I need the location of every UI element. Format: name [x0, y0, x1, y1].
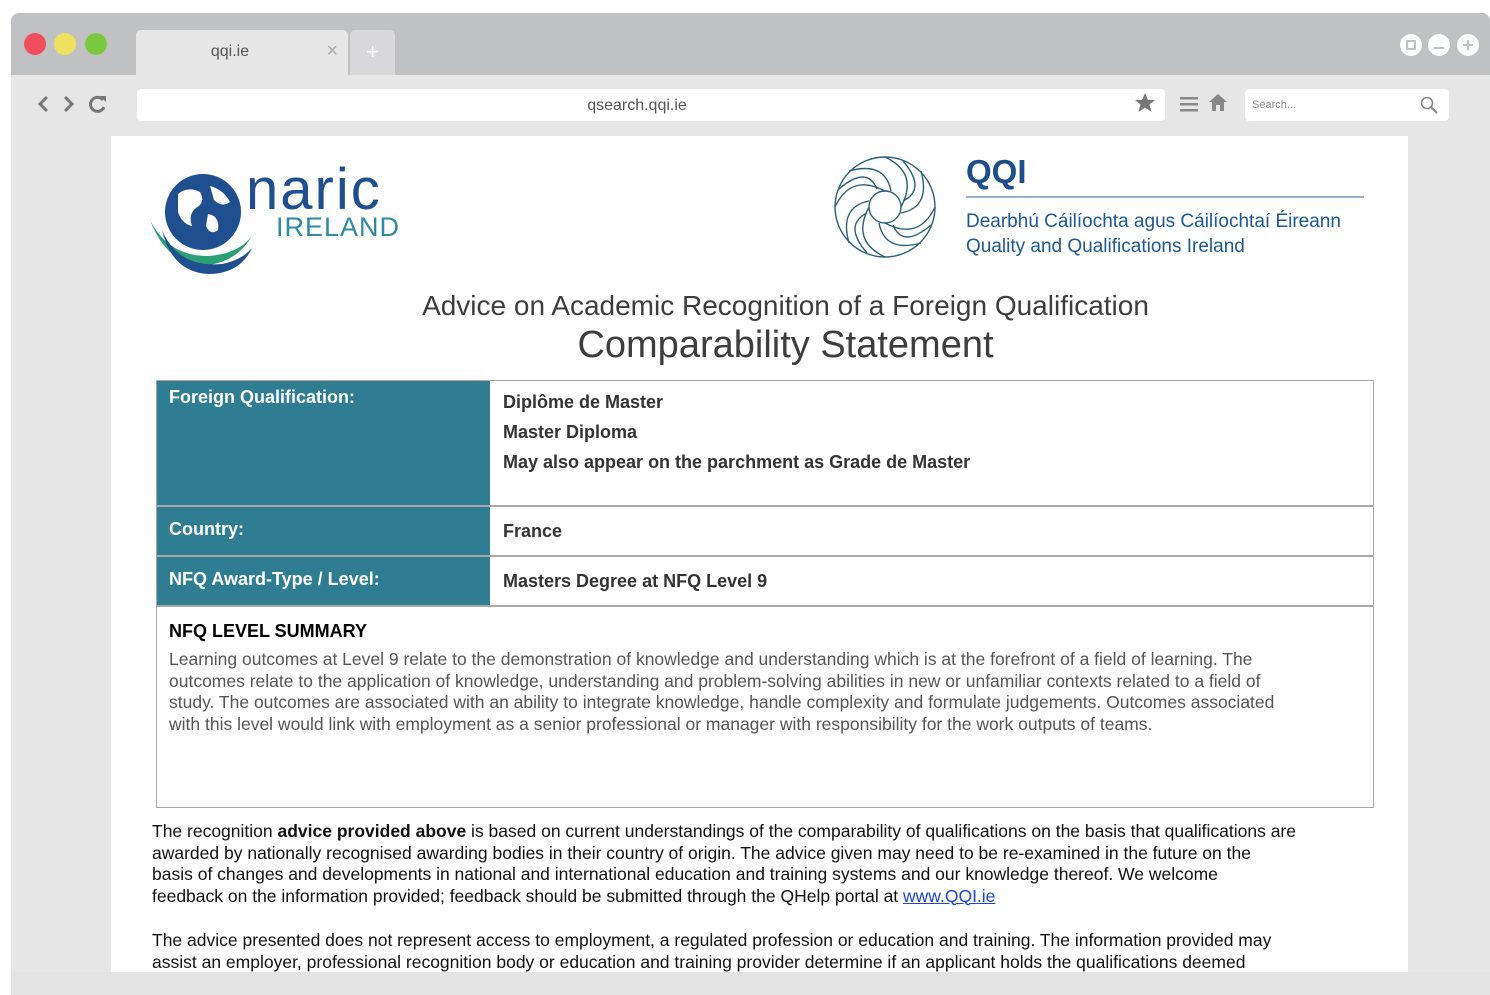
nfq-level-summary: NFQ LEVEL SUMMARY Learning outcomes at L…: [156, 606, 1374, 808]
menu-icon[interactable]: [1180, 93, 1198, 119]
label-country: Country:: [157, 507, 490, 555]
browser-toolbar: qsearch.qqi.ie Search...: [11, 75, 1490, 137]
restore-icon[interactable]: [1400, 34, 1422, 56]
status-bar: [11, 972, 1490, 995]
value-foreign-qualification: Diplôme de Master Master Diploma May als…: [503, 387, 970, 477]
summary-line: outcomes relate to the application of kn…: [169, 670, 1261, 691]
tab-title: qqi.ie: [210, 43, 250, 60]
tab-close-icon[interactable]: ×: [326, 40, 338, 63]
close-window-button[interactable]: [24, 33, 46, 55]
qqi-logo: QQI Dearbhú Cáilíochta agus Cáilíochtaí …: [831, 153, 1391, 263]
browser-tab[interactable]: qqi.ie ×: [136, 30, 348, 75]
qqi-divider: [966, 196, 1364, 198]
value-nfq-level: Masters Degree at NFQ Level 9: [503, 571, 768, 591]
home-icon[interactable]: [1208, 93, 1228, 118]
address-bar[interactable]: qsearch.qqi.ie: [137, 89, 1165, 121]
url-text: qsearch.qqi.ie: [587, 97, 687, 114]
ireland-wordmark: IRELAND: [276, 212, 401, 242]
label-foreign-qualification: Foreign Qualification:: [157, 381, 490, 505]
paragraph-line: basis of changes and developments in nat…: [152, 864, 1218, 884]
paragraph-line: assist an employer, professional recogni…: [152, 951, 1246, 972]
qqi-spiral-icon: [834, 156, 936, 258]
new-tab-button[interactable]: +: [350, 30, 395, 75]
row-country: Country: France: [156, 506, 1374, 556]
paragraph-text: feedback on the information provided; fe…: [152, 885, 904, 906]
naric-ireland-logo: naric IRELAND: [148, 156, 401, 276]
search-icon[interactable]: [1419, 95, 1439, 120]
qqi-wordmark: QQI: [966, 153, 1027, 190]
summary-line: with this level would link with employme…: [169, 713, 1153, 734]
document-page: naric IRELAND QQI Dearbhú Cáilíochta agu…: [111, 136, 1408, 972]
maximize-window-button[interactable]: [85, 33, 107, 55]
minimize-window-button[interactable]: [54, 33, 76, 55]
summary-body: Learning outcomes at Level 9 relate to t…: [169, 649, 1364, 735]
paragraph-line: The recognition advice provided above is…: [152, 821, 1392, 843]
paragraph-line: feedback on the information provided; fe…: [152, 886, 1392, 908]
reload-icon[interactable]: [86, 92, 108, 123]
title-bar: qqi.ie × +: [11, 13, 1490, 75]
browser-window: qqi.ie × + qsearch.qqi.ie Search... nari…: [11, 13, 1490, 995]
qqi-link[interactable]: www.QQI.ie: [903, 886, 995, 906]
forward-icon[interactable]: [61, 92, 77, 123]
bookmark-star-icon[interactable]: [1133, 91, 1157, 122]
paragraph-text: is based on current understandings of th…: [466, 821, 1296, 841]
recognition-paragraph: The recognition advice provided above is…: [152, 821, 1392, 907]
row-foreign-qualification: Foreign Qualification: Diplôme de Master…: [156, 380, 1374, 506]
value-line: May also appear on the parchment as Grad…: [503, 452, 971, 472]
document-heading: Advice on Academic Recognition of a Fore…: [422, 290, 1149, 321]
paragraph-line: The advice presented does not represent …: [152, 930, 1272, 950]
summary-title: NFQ LEVEL SUMMARY: [169, 621, 368, 641]
row-nfq-level: NFQ Award-Type / Level: Masters Degree a…: [156, 556, 1374, 606]
search-placeholder: Search...: [1252, 99, 1297, 111]
globe-icon: [150, 174, 252, 274]
back-icon[interactable]: [35, 92, 51, 123]
minimize-icon[interactable]: [1428, 34, 1450, 56]
summary-line: Learning outcomes at Level 9 relate to t…: [169, 649, 1253, 669]
qqi-english-name: Quality and Qualifications Ireland: [966, 236, 1245, 257]
disclaimer-paragraph: The advice presented does not represent …: [152, 930, 1392, 972]
summary-line: study. The outcomes are associated with …: [169, 692, 1275, 712]
value-line: Master Diploma: [503, 422, 638, 442]
label-nfq-level: NFQ Award-Type / Level:: [157, 557, 490, 605]
paragraph-line: awarded by nationally recognised awardin…: [152, 842, 1251, 863]
value-line: Diplôme de Master: [503, 392, 664, 412]
paragraph-text: The recognition: [152, 821, 278, 841]
document-title: Comparability Statement: [577, 324, 994, 366]
value-country: France: [503, 521, 563, 541]
paragraph-bold-text: advice provided above: [277, 821, 467, 841]
add-icon[interactable]: [1457, 34, 1479, 56]
search-input[interactable]: Search...: [1245, 89, 1449, 121]
qqi-irish-name: Dearbhú Cáilíochta agus Cáilíochtaí Éire…: [966, 211, 1341, 232]
